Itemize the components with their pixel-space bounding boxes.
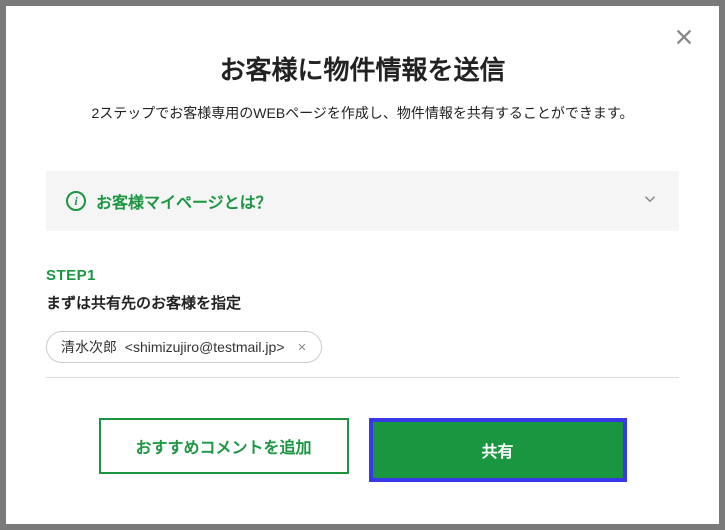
step-section: STEP1 まずは共有先のお客様を指定 清水次郎 <shimizujiro@te…	[46, 267, 679, 378]
primary-button-highlight: 共有	[369, 418, 627, 482]
modal-subtitle: 2ステップでお客様専用のWEBページを作成し、物件情報を共有することができます。	[46, 103, 679, 123]
chevron-down-icon	[641, 190, 659, 213]
close-button[interactable]	[673, 26, 695, 53]
step-instruction: まずは共有先のお客様を指定	[46, 292, 679, 313]
close-icon	[297, 342, 307, 352]
accordion-header-left: i お客様マイページとは？	[66, 189, 272, 213]
modal-title: お客様に物件情報を送信	[46, 50, 679, 87]
accordion-mypage-info[interactable]: i お客様マイページとは？	[46, 171, 679, 231]
share-modal: お客様に物件情報を送信 2ステップでお客様専用のWEBページを作成し、物件情報を…	[6, 6, 719, 524]
accordion-label: お客様マイページとは？	[96, 189, 272, 213]
step-label: STEP1	[46, 267, 679, 284]
chip-remove-button[interactable]	[293, 338, 311, 356]
recipient-chip-text: 清水次郎 <shimizujiro@testmail.jp>	[61, 337, 285, 357]
button-row: おすすめコメントを追加 共有	[46, 418, 679, 482]
info-icon: i	[66, 191, 86, 211]
recipient-chip: 清水次郎 <shimizujiro@testmail.jp>	[46, 331, 322, 363]
recipient-input-row[interactable]: 清水次郎 <shimizujiro@testmail.jp>	[46, 331, 679, 378]
share-button[interactable]: 共有	[373, 422, 623, 478]
add-comment-button[interactable]: おすすめコメントを追加	[99, 418, 349, 474]
close-icon	[673, 26, 695, 48]
